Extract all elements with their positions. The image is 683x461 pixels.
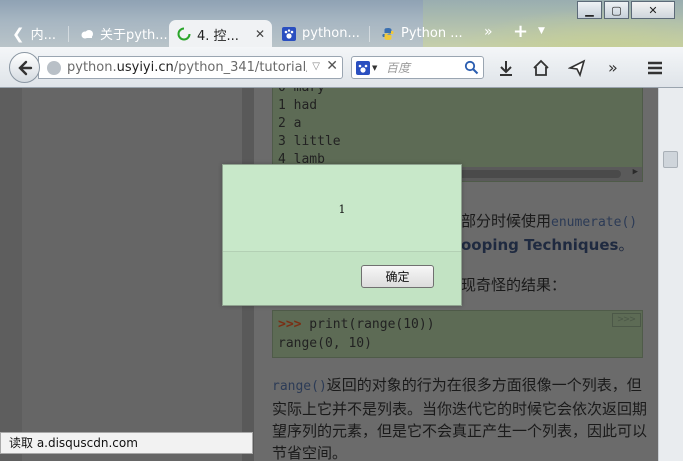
code-line: 1 had bbox=[278, 98, 318, 113]
url-history-dropdown-icon[interactable]: ▽ bbox=[312, 61, 320, 72]
paw-icon bbox=[356, 60, 370, 75]
enumerate-sentence: 部分时候使用enumerate() bbox=[461, 212, 638, 230]
enumerate-code-link[interactable]: enumerate() bbox=[551, 215, 637, 230]
code-block-range: >>> print(range(10)) range(0, 10) >>> bbox=[272, 310, 643, 358]
close-tab-icon[interactable]: ✕ bbox=[255, 27, 265, 41]
window-close-button[interactable]: ✕ bbox=[631, 1, 675, 19]
paw-icon bbox=[282, 26, 296, 41]
close-icon: ✕ bbox=[648, 3, 658, 17]
chevron-down-icon: ▼ bbox=[372, 63, 378, 72]
maximize-icon: ▢ bbox=[611, 3, 622, 17]
tab-4-label: python... bbox=[302, 26, 360, 41]
tab-3-active[interactable]: 4. 控... ✕ bbox=[169, 20, 272, 47]
status-bar: 读取 a.disquscdn.com bbox=[0, 432, 253, 454]
download-icon[interactable] bbox=[497, 59, 515, 77]
overflow-chevron-icon[interactable]: » bbox=[608, 58, 618, 77]
code-line: 2 a bbox=[278, 116, 302, 131]
home-icon[interactable] bbox=[532, 59, 550, 77]
reload-icon[interactable]: ✕ bbox=[326, 58, 338, 74]
menu-icon[interactable] bbox=[646, 59, 664, 77]
tab-4[interactable]: python... bbox=[274, 20, 368, 47]
address-bar[interactable]: python.usyiyi.cn/python_341/tutorial/con… bbox=[38, 56, 343, 79]
minimize-button[interactable]: ▁ bbox=[577, 1, 602, 19]
search-icon[interactable] bbox=[464, 60, 479, 75]
python-logo-icon bbox=[382, 27, 394, 40]
prompt-marker: >>> bbox=[278, 317, 302, 332]
tab-separator bbox=[369, 26, 370, 42]
loading-spinner-icon bbox=[177, 27, 191, 41]
tab-2[interactable]: 关于pyth... bbox=[72, 20, 176, 47]
new-tab-icon[interactable]: + bbox=[513, 21, 528, 42]
search-bar[interactable]: ▼ 百度 bbox=[351, 56, 484, 79]
vertical-scrollbar[interactable] bbox=[658, 88, 683, 461]
tab-1-label: 内... bbox=[30, 28, 56, 43]
scroll-right-icon[interactable]: ▶ bbox=[633, 167, 638, 177]
url-text[interactable]: python.usyiyi.cn/python_341/tutorial/con bbox=[67, 60, 307, 75]
alert-message: 1 bbox=[338, 203, 346, 216]
tab-separator bbox=[68, 26, 69, 42]
scrollbar-thumb[interactable] bbox=[663, 151, 678, 168]
range-paragraph: range()返回的对象的行为在很多方面很像一个列表，但实际上它并不是列表。当你… bbox=[272, 376, 648, 461]
search-engine-selector[interactable]: ▼ bbox=[356, 60, 378, 76]
range-code-link[interactable]: range() bbox=[272, 379, 327, 394]
toggle-prompt-button[interactable]: >>> bbox=[612, 313, 641, 327]
code-line: 0 mary bbox=[273, 88, 642, 97]
alert-dialog: 1 确定 bbox=[222, 164, 462, 306]
ok-button[interactable]: 确定 bbox=[361, 265, 434, 288]
back-arrow-icon: ❮ bbox=[12, 24, 25, 43]
minimize-icon: ▁ bbox=[585, 3, 594, 17]
tab-5-label: Python ... bbox=[401, 26, 463, 41]
code-line-output: range(0, 10) bbox=[278, 336, 372, 351]
sidebar-panel bbox=[22, 88, 242, 461]
tab-2-label: 关于pyth... bbox=[100, 28, 168, 43]
navigation-toolbar: python.usyiyi.cn/python_341/tutorial/con… bbox=[0, 47, 683, 88]
cloud-icon bbox=[81, 29, 93, 38]
tab-5[interactable]: Python ... bbox=[373, 20, 471, 47]
send-icon[interactable] bbox=[568, 59, 586, 77]
tab-3-label: 4. 控... bbox=[197, 28, 239, 44]
code-line: 3 little bbox=[278, 134, 341, 149]
looping-techniques-link[interactable]: ooping Techniques。 bbox=[461, 234, 633, 255]
back-arrow-icon bbox=[17, 60, 32, 75]
back-button[interactable] bbox=[9, 52, 40, 83]
weird-result-text: 现奇怪的结果： bbox=[461, 276, 567, 294]
globe-icon bbox=[47, 60, 61, 75]
tab-1[interactable]: ❮ 内... bbox=[4, 20, 64, 47]
maximize-button[interactable]: ▢ bbox=[604, 1, 629, 19]
code-line-input: >>> print(range(10)) bbox=[278, 317, 435, 332]
search-input[interactable]: 百度 bbox=[386, 59, 456, 76]
tab-bar: ❮ 内... 关于pyth... 4. 控... ✕ python... Pyt… bbox=[0, 0, 683, 47]
tab-menu-chevron-icon[interactable]: ▼ bbox=[538, 26, 545, 36]
tab-list-arrow-icon[interactable]: » bbox=[484, 24, 493, 40]
